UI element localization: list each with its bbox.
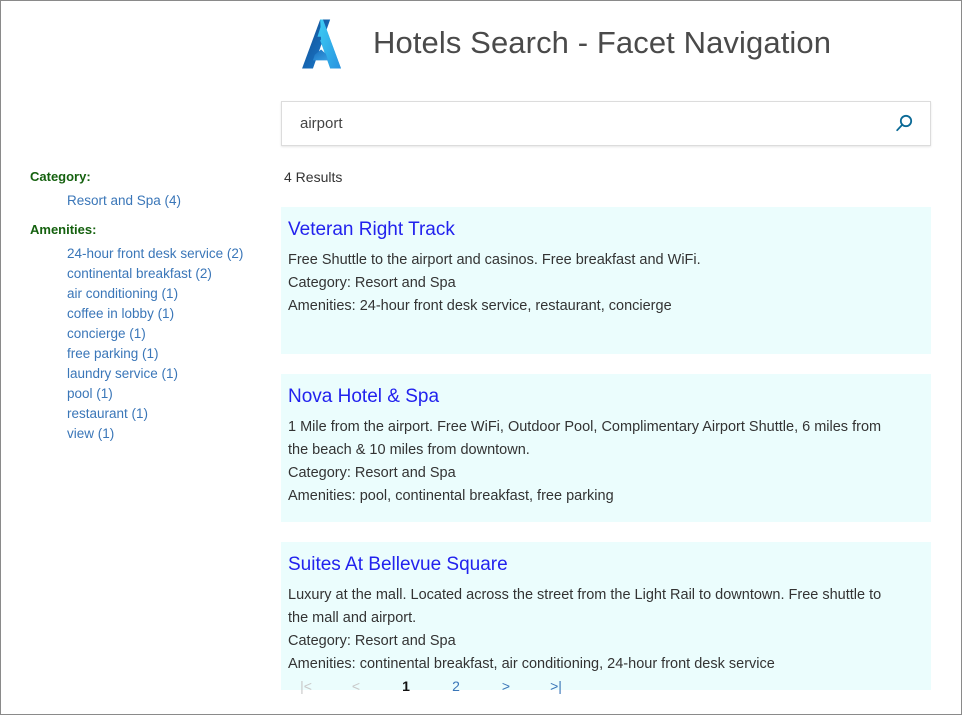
list-item: restaurant (1) xyxy=(67,404,273,424)
result-card: Nova Hotel & Spa 1 Mile from the airport… xyxy=(281,374,931,522)
result-amenities: Amenities: pool, continental breakfast, … xyxy=(288,485,915,508)
search-input[interactable] xyxy=(282,102,878,145)
pagination-page-2[interactable]: 2 xyxy=(431,677,481,695)
list-item: Resort and Spa (4) xyxy=(67,191,273,211)
results-count: 4 Results xyxy=(284,169,342,185)
facet-link-restaurant[interactable]: restaurant (1) xyxy=(67,406,148,421)
facet-link-laundry-service[interactable]: laundry service (1) xyxy=(67,366,178,381)
result-description: Luxury at the mall. Located across the s… xyxy=(288,584,898,630)
facet-link-air-conditioning[interactable]: air conditioning (1) xyxy=(67,286,178,301)
list-item: laundry service (1) xyxy=(67,364,273,384)
result-amenities: Amenities: continental breakfast, air co… xyxy=(288,653,915,676)
facet-group-header: Category: xyxy=(30,169,273,185)
facet-group-amenities: Amenities: 24-hour front desk service (2… xyxy=(30,222,273,444)
page-header: Hotels Search - Facet Navigation xyxy=(1,1,962,93)
pagination-next[interactable]: > xyxy=(481,677,531,695)
list-item: continental breakfast (2) xyxy=(67,264,273,284)
result-card: Suites At Bellevue Square Luxury at the … xyxy=(281,542,931,690)
result-description: Free Shuttle to the airport and casinos.… xyxy=(288,249,898,272)
list-item: view (1) xyxy=(67,424,273,444)
azure-logo-icon xyxy=(293,15,351,73)
facet-link-concierge[interactable]: concierge (1) xyxy=(67,326,146,341)
list-item: air conditioning (1) xyxy=(67,284,273,304)
list-item: 24-hour front desk service (2) xyxy=(67,244,273,264)
search-button[interactable] xyxy=(878,102,930,145)
result-category: Category: Resort and Spa xyxy=(288,272,915,295)
facet-group-category: Category: Resort and Spa (4) xyxy=(30,169,273,211)
facet-sidebar: Category: Resort and Spa (4) Amenities: … xyxy=(1,169,273,446)
facet-group-header: Amenities: xyxy=(30,222,273,238)
search-icon xyxy=(893,113,915,135)
facet-link-view[interactable]: view (1) xyxy=(67,426,114,441)
result-title-link[interactable]: Nova Hotel & Spa xyxy=(288,386,915,408)
facet-link-resort-and-spa[interactable]: Resort and Spa (4) xyxy=(67,193,181,208)
pagination-prev: < xyxy=(331,677,381,695)
facet-link-continental-breakfast[interactable]: continental breakfast (2) xyxy=(67,266,212,281)
header-inner: Hotels Search - Facet Navigation xyxy=(293,15,831,73)
search-box[interactable] xyxy=(281,101,931,146)
app-page: Hotels Search - Facet Navigation 4 Resul… xyxy=(0,0,962,715)
facet-list-amenities: 24-hour front desk service (2) continent… xyxy=(30,244,273,444)
results-list: Veteran Right Track Free Shuttle to the … xyxy=(281,207,931,710)
list-item: concierge (1) xyxy=(67,324,273,344)
list-item: pool (1) xyxy=(67,384,273,404)
result-category: Category: Resort and Spa xyxy=(288,462,915,485)
result-card: Veteran Right Track Free Shuttle to the … xyxy=(281,207,931,354)
list-item: coffee in lobby (1) xyxy=(67,304,273,324)
list-item: free parking (1) xyxy=(67,344,273,364)
pagination-page-1[interactable]: 1 xyxy=(381,677,431,695)
pagination-first: |< xyxy=(281,677,331,695)
result-category: Category: Resort and Spa xyxy=(288,630,915,653)
result-title-link[interactable]: Veteran Right Track xyxy=(288,219,915,241)
facet-link-coffee-in-lobby[interactable]: coffee in lobby (1) xyxy=(67,306,174,321)
facet-list-category: Resort and Spa (4) xyxy=(30,191,273,211)
result-description: 1 Mile from the airport. Free WiFi, Outd… xyxy=(288,416,898,462)
result-title-link[interactable]: Suites At Bellevue Square xyxy=(288,554,915,576)
facet-link-pool[interactable]: pool (1) xyxy=(67,386,113,401)
facet-link-free-parking[interactable]: free parking (1) xyxy=(67,346,159,361)
result-amenities: Amenities: 24-hour front desk service, r… xyxy=(288,295,915,318)
page-title: Hotels Search - Facet Navigation xyxy=(373,27,831,62)
pagination-last[interactable]: >| xyxy=(531,677,581,695)
facet-link-24-hour-front-desk-service[interactable]: 24-hour front desk service (2) xyxy=(67,246,243,261)
pagination: |< < 1 2 > >| xyxy=(281,677,931,695)
